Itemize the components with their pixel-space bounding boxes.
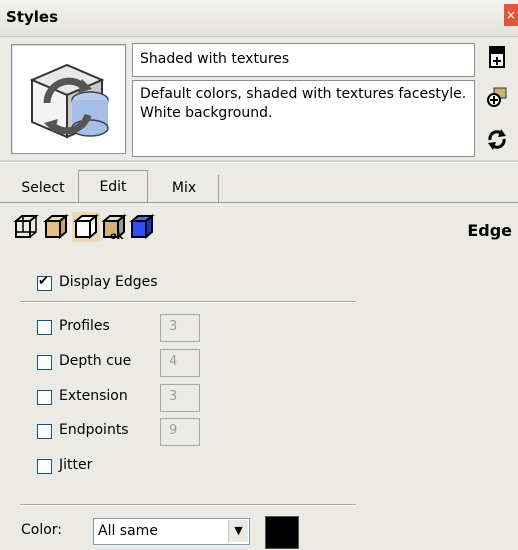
edge-settings-icon[interactable] <box>12 212 40 242</box>
profiles-value-field[interactable]: 3 <box>160 314 200 342</box>
profiles-checkbox[interactable] <box>37 320 52 335</box>
extension-value: 3 <box>169 389 178 404</box>
create-style-icon[interactable] <box>486 44 508 70</box>
close-icon[interactable]: × <box>504 4 518 26</box>
divider-top <box>20 301 356 303</box>
extension-value-field[interactable]: 3 <box>160 384 200 412</box>
style-description-field[interactable]: Default colors, shaded with textures fac… <box>132 80 475 157</box>
endpoints-label: Endpoints <box>59 422 129 438</box>
tab-underline <box>0 202 518 203</box>
section-title: Edge <box>467 221 512 240</box>
depth-cue-checkbox[interactable] <box>37 355 52 370</box>
style-name-text: Shaded with textures <box>140 51 290 67</box>
endpoints-value-field[interactable]: 9 <box>160 418 200 446</box>
chevron-down-icon[interactable]: ▼ <box>228 520 248 542</box>
extension-checkbox[interactable] <box>37 390 52 405</box>
profiles-label: Profiles <box>59 318 110 334</box>
color-mode-value: All same <box>98 523 158 539</box>
modeling-settings-icon[interactable] <box>128 212 156 242</box>
tab-edit[interactable]: Edit <box>78 170 148 203</box>
display-edges-label: Display Edges <box>59 274 158 290</box>
refresh-icon[interactable] <box>486 126 508 152</box>
profiles-value: 3 <box>169 319 178 334</box>
tab-select[interactable]: Select <box>10 175 76 202</box>
extension-label: Extension <box>59 388 128 404</box>
jitter-checkbox[interactable] <box>37 459 52 474</box>
background-settings-icon[interactable] <box>72 212 100 242</box>
header-separator <box>0 160 518 163</box>
style-thumbnail <box>11 44 126 154</box>
jitter-label: Jitter <box>59 457 93 473</box>
svg-text:ok: ok <box>110 231 124 242</box>
color-mode-select[interactable]: All same ▼ <box>93 518 250 545</box>
title-bar: Styles × <box>0 0 518 37</box>
style-name-field[interactable]: Shaded with textures <box>132 43 475 77</box>
depth-cue-label: Depth cue <box>59 353 132 369</box>
face-settings-icon[interactable] <box>42 212 70 242</box>
style-preview-icon <box>29 63 109 139</box>
divider-bottom <box>20 504 356 506</box>
tab-mix[interactable]: Mix <box>150 175 219 202</box>
styles-panel: Styles × Shaded with textures Default co… <box>0 0 518 550</box>
update-style-icon[interactable] <box>486 84 508 110</box>
watermark-settings-icon[interactable]: ok <box>100 212 128 242</box>
display-edges-checkbox[interactable] <box>37 274 52 291</box>
style-description-text: Default colors, shaded with textures fac… <box>140 86 467 121</box>
depth-cue-value-field[interactable]: 4 <box>160 349 200 377</box>
endpoints-value: 9 <box>169 423 178 438</box>
color-label: Color: <box>21 522 63 538</box>
endpoints-checkbox[interactable] <box>37 424 52 439</box>
window-title: Styles <box>6 8 58 26</box>
depth-cue-value: 4 <box>169 354 178 369</box>
edge-color-swatch[interactable] <box>265 516 299 549</box>
